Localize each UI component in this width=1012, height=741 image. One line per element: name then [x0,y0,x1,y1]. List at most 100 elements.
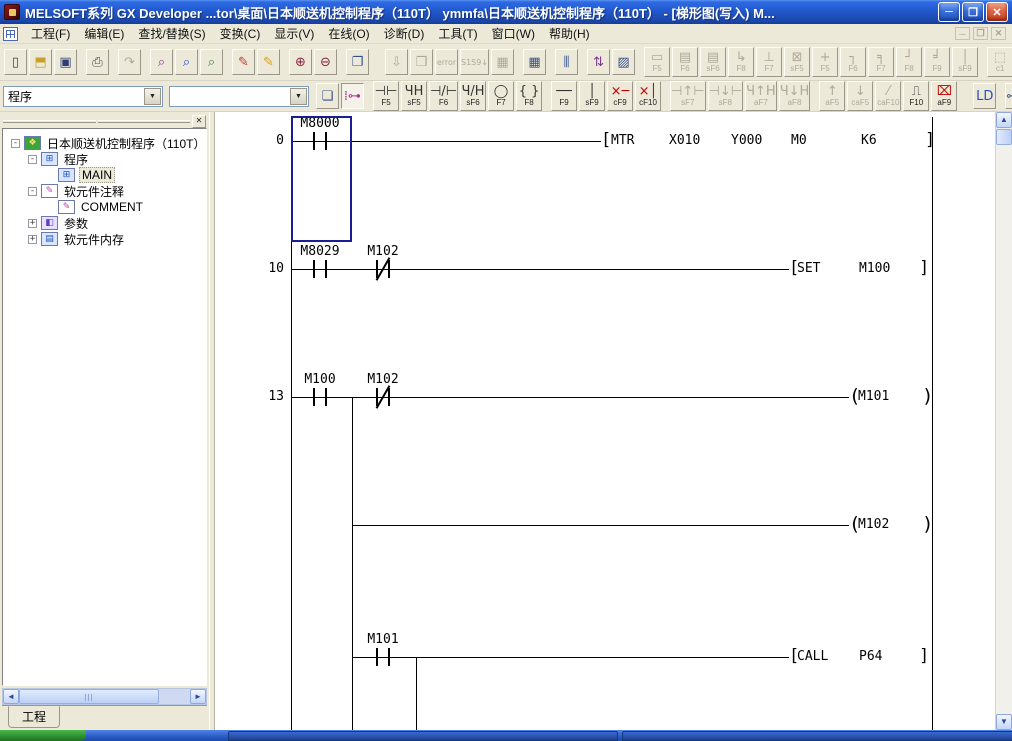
child-window-icon[interactable] [3,27,18,41]
parallel-falling-pulse-tool[interactable]: Ч↓НaF8 [779,81,811,111]
wire-tool-sf9[interactable]: │sF9 [952,47,978,77]
wire-tool-sf6[interactable]: ▤sF6 [700,47,726,77]
error-check-button[interactable]: error [435,49,458,75]
panel-grip[interactable]: ✕ [2,114,207,128]
pulse-result-tool[interactable]: ↓caF5 [847,81,873,111]
start-button[interactable] [0,730,86,741]
wire-tool-f9b[interactable]: ╛F9 [924,47,950,77]
close-button[interactable]: ✕ [986,2,1008,22]
taskbar-button[interactable] [228,731,618,741]
zoom-out-button[interactable]: ⊖ [314,49,337,75]
plc-verify-button[interactable]: ❒ [410,49,433,75]
cross-reference-button[interactable]: ⇅ [587,49,610,75]
used-device-button[interactable]: ▨ [612,49,635,75]
zoom-in-button[interactable]: ⊕ [289,49,312,75]
delete-vertical-line-tool[interactable]: ×│cF10 [635,81,661,111]
project-data-list-button[interactable]: ❐ [346,49,369,75]
tree-item[interactable]: ⊞MAIN [7,167,204,183]
wire-tool-f5b[interactable]: +F5 [812,47,838,77]
mdi-minimize-button[interactable]: ─ [955,27,970,40]
chevron-down-icon[interactable]: ▼ [290,88,307,105]
menu-item[interactable]: 诊断(D) [377,23,432,44]
rising-pulse-tool[interactable]: ⊣↑⊢sF7 [670,81,706,111]
menu-item[interactable]: 工程(F) [24,23,77,44]
draw-line-tool[interactable]: ⎍F10 [903,81,929,111]
mode-combobox[interactable]: 程序 ▼ [3,86,163,107]
parallel-closed-contact-tool[interactable]: Ч/НsF6 [460,81,486,111]
monitor-grid-button[interactable]: ▦ [491,49,514,75]
closed-contact-tool[interactable]: ⊣/⊢F6 [429,81,458,111]
taskbar-button[interactable] [622,731,1012,741]
vertical-line-tool[interactable]: │sF9 [579,81,605,111]
ladder-editor[interactable]: 01013M8000M8029M102M100M102M101(M101)(M1… [214,112,995,730]
scroll-up-button[interactable]: ▲ [996,112,1012,128]
device-batch-replace-button[interactable]: ✎ [257,49,280,75]
tree-item[interactable]: +◧参数 [7,215,204,231]
menu-item[interactable]: 查找/替换(S) [131,23,212,44]
scroll-right-button[interactable]: ► [190,689,206,704]
sort-button[interactable]: S1S9↓ [460,49,489,75]
falling-pulse-tool[interactable]: ⊣↓⊢sF8 [708,81,744,111]
ladder-logo-button[interactable]: LD [973,83,996,109]
scroll-left-button[interactable]: ◄ [3,689,19,704]
parallel-open-contact-tool[interactable]: ЧНsF5 [401,81,427,111]
print-button[interactable]: ⎙ [86,49,109,75]
program-list-button[interactable]: ⫼ [555,49,578,75]
ladder-vertical-scrollbar[interactable]: ▲ ▼ [995,112,1012,730]
tree-item[interactable]: -❖日本顺送机控制程序（110T） [7,135,204,151]
tree-item[interactable]: -✎软元件注释 [7,183,204,199]
scroll-thumb[interactable] [19,689,159,704]
collapse-icon[interactable]: - [28,155,37,164]
scroll-thumb[interactable] [996,129,1012,145]
open-contact-tool[interactable]: ⊣⊢F5 [373,81,399,111]
tree-item[interactable]: -⊞程序 [7,151,204,167]
tree-item[interactable]: ✎COMMENT [7,199,204,215]
menu-item[interactable]: 窗口(W) [485,23,542,44]
new-project-button[interactable]: ▯ [4,49,27,75]
menu-item[interactable]: 变换(C) [213,23,268,44]
restore-button[interactable]: ❐ [962,2,984,22]
comment-search-button[interactable]: ❏ [316,83,339,109]
tree-horizontal-scrollbar[interactable]: ◄ ► [2,688,207,705]
open-project-button[interactable]: ⬒ [29,49,52,75]
tab-project[interactable]: 工程 [8,706,60,728]
wire-tool-f6[interactable]: ▤F6 [672,47,698,77]
menu-item[interactable]: 帮助(H) [542,23,597,44]
find-device-button[interactable]: ⌕ [150,49,173,75]
expand-icon[interactable]: + [28,235,37,244]
application-instruction-tool[interactable]: { }F8 [516,81,542,111]
wire-tool-f7[interactable]: ⊥F7 [756,47,782,77]
minimize-button[interactable]: ─ [938,2,960,22]
chevron-down-icon[interactable]: ▼ [144,88,161,105]
connect-tool-c1[interactable]: ⬚c1 [987,47,1012,77]
find-combobox[interactable]: ▼ [169,86,309,107]
find-instruction-button[interactable]: ⌕ [175,49,198,75]
wire-tool-f6b[interactable]: ┐F6 [840,47,866,77]
collapse-icon[interactable]: - [28,187,37,196]
operation-invert-tool[interactable]: ⁄caF10 [875,81,901,111]
panel-close-button[interactable]: ✕ [192,115,206,128]
wire-tool-f5[interactable]: ▭F5 [644,47,670,77]
plc-write-button[interactable]: ⇩ [385,49,408,75]
menu-item[interactable]: 显示(V) [267,23,321,44]
scroll-down-button[interactable]: ▼ [996,714,1012,730]
instruction-list-button[interactable]: ⊶⋮ [1005,83,1012,109]
app-icon[interactable] [4,4,20,20]
device-replace-button[interactable]: ✎ [232,49,255,75]
collapse-icon[interactable]: - [11,139,20,148]
device-memory-button[interactable]: ▦ [523,49,546,75]
horizontal-line-tool[interactable]: ──F9 [551,81,577,111]
mdi-restore-button[interactable]: ❐ [973,27,988,40]
wiring-display-button[interactable]: ⁞⊶ [341,83,364,109]
coil-tool[interactable]: ◯F7 [488,81,514,111]
menu-item[interactable]: 工具(T) [431,23,484,44]
expand-icon[interactable]: + [28,219,37,228]
undo-button[interactable]: ↷ [118,49,141,75]
wire-tool-f7b[interactable]: ╕F7 [868,47,894,77]
mdi-close-button[interactable]: ✕ [991,27,1006,40]
save-project-button[interactable]: ▣ [54,49,77,75]
wire-tool-sf5[interactable]: ⊠sF5 [784,47,810,77]
invert-result-tool[interactable]: ↑aF5 [819,81,845,111]
find-step-button[interactable]: ⌕ [200,49,223,75]
menu-item[interactable]: 编辑(E) [77,23,131,44]
